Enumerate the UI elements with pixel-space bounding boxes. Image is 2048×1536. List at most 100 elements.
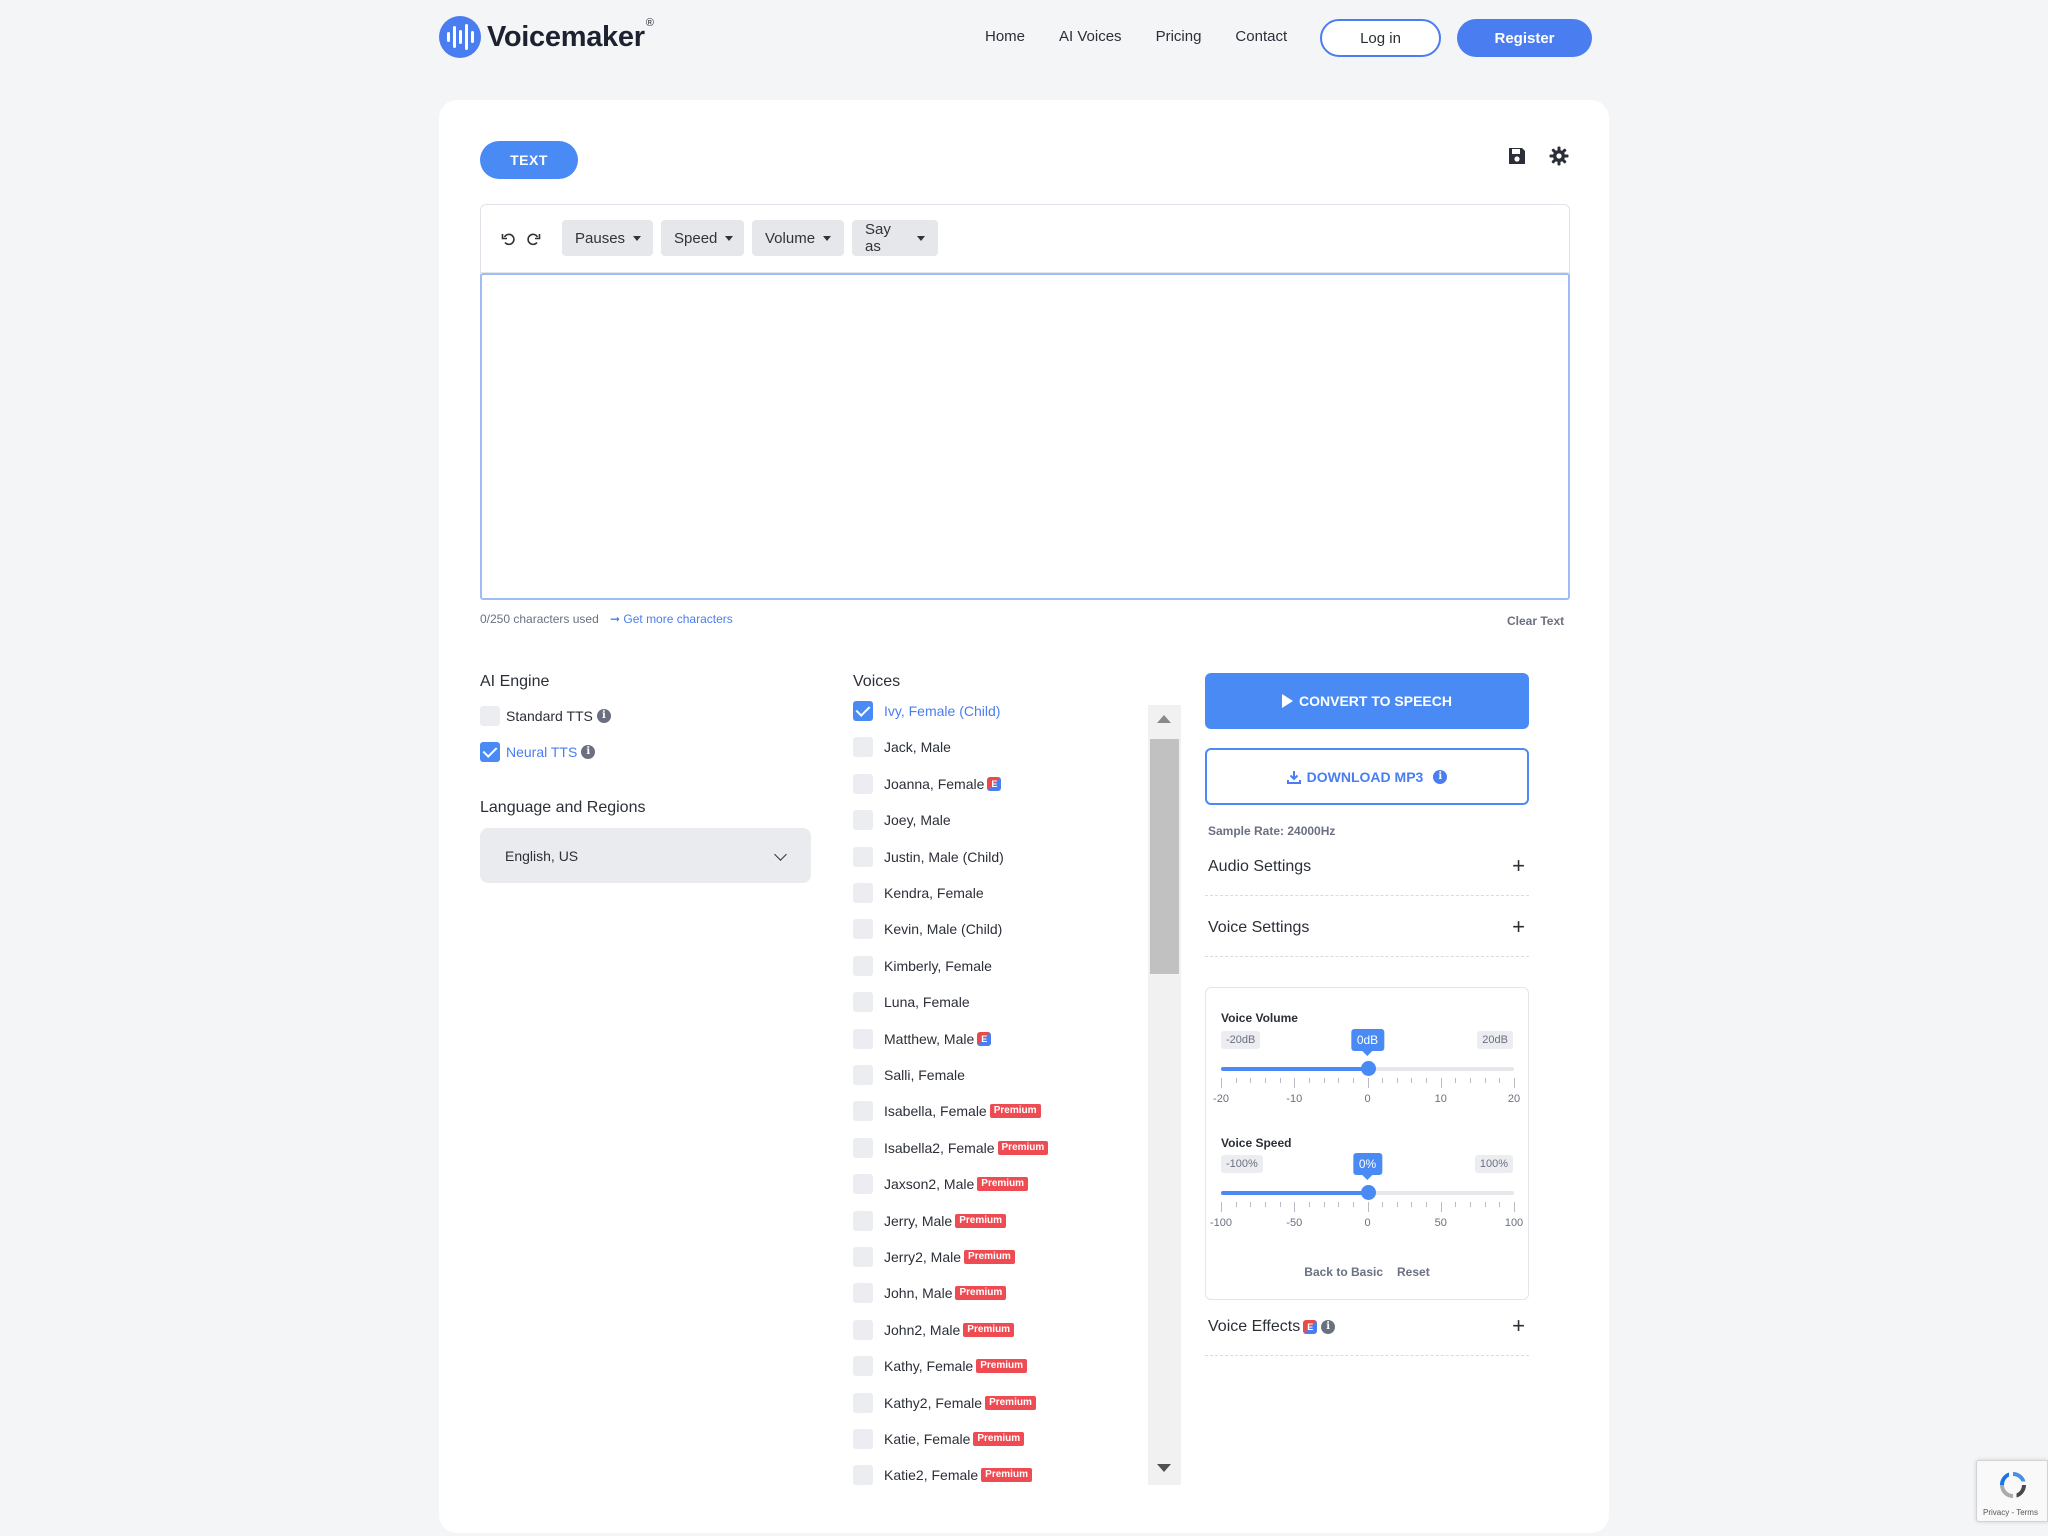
plus-icon[interactable]: + [1512,916,1525,938]
volume-slider-thumb[interactable] [1360,1061,1376,1076]
info-icon[interactable]: i [581,745,596,759]
recaptcha-badge[interactable]: Privacy - Terms [1976,1460,2048,1522]
voice-item[interactable]: Kendra, Female [853,882,984,904]
tab-text[interactable]: TEXT [480,141,578,179]
volume-slider[interactable] [1221,1061,1514,1076]
scroll-up-icon[interactable] [1157,715,1171,723]
save-icon[interactable] [1507,146,1527,166]
pauses-dropdown[interactable]: Pauses [562,220,653,256]
slider-tick [1323,1202,1325,1207]
text-input[interactable] [480,273,1570,600]
voice-checkbox[interactable] [853,1247,873,1267]
voice-effects-label: Voice Effects [1208,1318,1301,1335]
neural-tts-checkbox[interactable] [480,742,500,762]
slider-tick [1426,1078,1428,1083]
speed-slider[interactable] [1221,1185,1514,1200]
voice-item[interactable]: Isabella2, Female Premium [853,1137,1049,1159]
voice-item[interactable]: Luna, Female [853,991,970,1013]
voice-checkbox[interactable] [853,701,873,721]
voice-checkbox[interactable] [853,1137,873,1158]
voice-item[interactable]: Joanna, Female E [853,773,1002,795]
voice-item[interactable]: John, Male Premium [853,1282,1007,1304]
voice-checkbox[interactable] [853,955,873,976]
voice-checkbox[interactable] [853,1429,873,1449]
voice-list-scrollbar[interactable] [1148,705,1181,1485]
voice-item[interactable]: Jerry, Male Premium [853,1210,1006,1232]
voice-checkbox[interactable] [853,1465,873,1486]
login-button[interactable]: Log in [1320,19,1441,57]
speed-dropdown[interactable]: Speed [661,220,744,256]
voice-checkbox[interactable] [853,1319,873,1340]
voice-checkbox[interactable] [853,1101,873,1122]
voice-checkbox[interactable] [853,737,873,758]
voice-checkbox[interactable] [853,1356,873,1377]
voice-checkbox[interactable] [853,773,873,794]
voice-item[interactable]: Katie, Female Premium [853,1428,1025,1450]
back-to-basic-link[interactable]: Back to Basic [1304,1265,1383,1279]
info-icon[interactable]: i [596,709,611,723]
voice-checkbox[interactable] [853,1174,873,1195]
voice-effects-accordion[interactable]: Voice Effects E i + [1205,1300,1529,1356]
voice-settings-accordion[interactable]: Voice Settings + [1205,901,1529,957]
voice-checkbox[interactable] [853,992,873,1013]
gear-icon[interactable] [1549,146,1569,166]
voice-checkbox[interactable] [853,1065,873,1085]
voice-item[interactable]: Ivy, Female (Child) [853,700,1000,722]
get-more-characters-link[interactable]: ➞ Get more characters [610,612,733,626]
nav-pricing[interactable]: Pricing [1156,19,1202,55]
language-title: Language and Regions [480,799,646,816]
voice-item[interactable]: Kathy, Female Premium [853,1355,1028,1377]
voice-item[interactable]: Joey, Male [853,809,951,831]
voice-checkbox[interactable] [853,1028,873,1049]
voice-checkbox[interactable] [853,1392,873,1413]
voice-item[interactable]: Jerry2, Male Premium [853,1246,1015,1268]
speed-slider-thumb[interactable] [1360,1185,1376,1200]
editor-toolbar: Pauses Speed Volume Say as [481,205,1569,273]
info-icon[interactable]: i [1433,769,1448,784]
volume-dropdown[interactable]: Volume [752,220,844,256]
slider-tick [1426,1202,1428,1207]
voice-checkbox[interactable] [853,1283,873,1304]
standard-tts-checkbox[interactable] [480,706,500,726]
voice-item[interactable]: Jaxson2, Male Premium [853,1173,1029,1195]
plus-icon[interactable]: + [1512,855,1525,877]
info-icon[interactable]: i [1321,1320,1336,1334]
voice-checkbox[interactable] [853,810,873,831]
voice-checkbox[interactable] [853,1210,873,1231]
slider-tick-label: 100 [1504,1217,1524,1229]
nav-ai-voices[interactable]: AI Voices [1059,19,1122,55]
say-as-dropdown[interactable]: Say as [852,220,938,256]
voice-item[interactable]: Jack, Male [853,736,951,758]
convert-to-speech-button[interactable]: CONVERT TO SPEECH [1205,673,1529,729]
nav-home[interactable]: Home [985,19,1025,55]
brand-logo[interactable]: Voicemaker® [439,16,654,58]
voice-checkbox[interactable] [853,919,873,940]
voice-item[interactable]: Kimberly, Female [853,955,992,977]
voice-item[interactable]: Kevin, Male (Child) [853,918,1002,940]
voice-item[interactable]: Kathy2, Female Premium [853,1392,1036,1414]
voice-item[interactable]: Katie2, Female Premium [853,1464,1032,1486]
voice-checkbox[interactable] [853,846,873,867]
audio-settings-accordion[interactable]: Audio Settings + [1205,840,1529,896]
recaptcha-text[interactable]: Privacy - Terms [1983,1508,2038,1517]
slider-tick [1352,1202,1354,1207]
plus-icon[interactable]: + [1512,1315,1525,1337]
voice-item[interactable]: Matthew, Male E [853,1028,992,1050]
download-mp3-button[interactable]: DOWNLOAD MP3 i [1205,748,1529,805]
scroll-thumb[interactable] [1150,739,1179,974]
reset-link[interactable]: Reset [1397,1265,1430,1279]
voice-checkbox[interactable] [853,883,873,903]
voice-name: Kathy2, Female [884,1394,983,1411]
slider-tick [1484,1078,1486,1083]
redo-icon[interactable] [525,231,541,247]
clear-text-button[interactable]: Clear Text [1507,614,1564,628]
nav-contact[interactable]: Contact [1235,19,1287,55]
scroll-down-icon[interactable] [1157,1464,1171,1472]
register-button[interactable]: Register [1457,19,1592,57]
voice-item[interactable]: Salli, Female [853,1064,965,1086]
voice-item[interactable]: John2, Male Premium [853,1319,1015,1341]
undo-icon[interactable] [501,231,517,247]
voice-item[interactable]: Justin, Male (Child) [853,846,1004,868]
language-select[interactable]: English, US [480,828,811,883]
voice-item[interactable]: Isabella, Female Premium [853,1100,1041,1122]
